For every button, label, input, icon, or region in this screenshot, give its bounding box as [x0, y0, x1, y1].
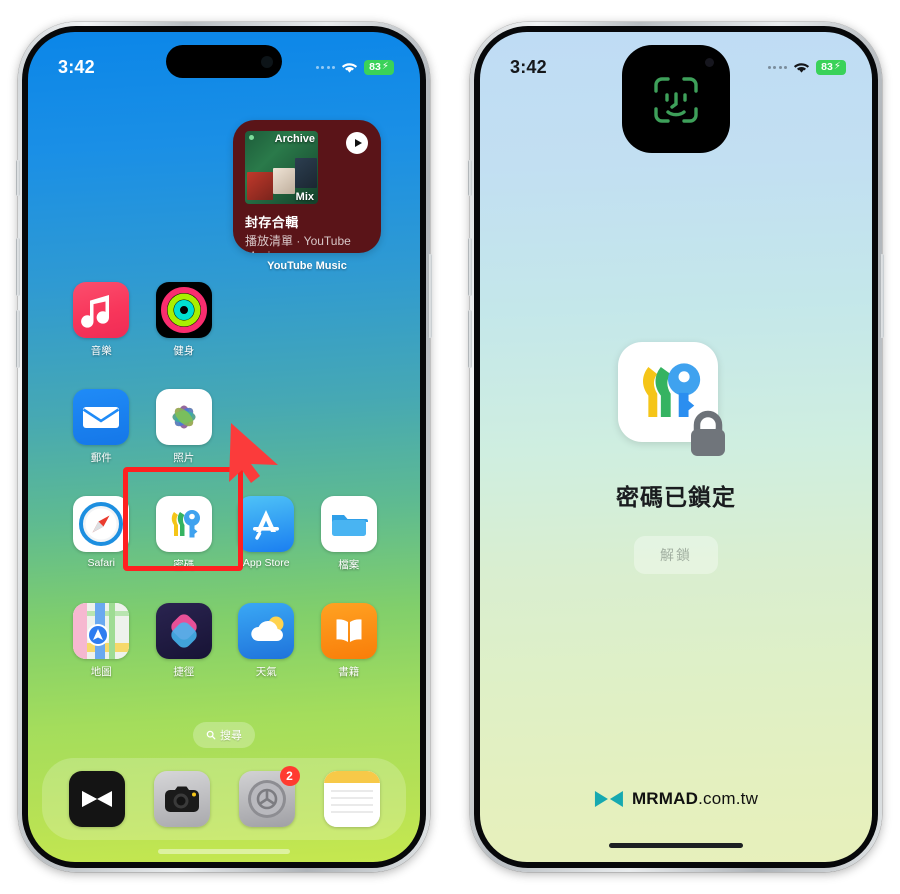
- status-bar-time-left: 3:42: [58, 56, 95, 77]
- fitness-icon: [155, 282, 212, 338]
- power-button-right[interactable]: [880, 254, 884, 338]
- app-icon-photos[interactable]: 照片: [143, 389, 226, 465]
- art-thumb-3: [295, 158, 317, 188]
- widget-subtitle: 播放清單 · YouTube Music: [245, 234, 351, 253]
- volume-down-button-left[interactable]: [16, 310, 20, 368]
- unlock-button[interactable]: 解鎖: [634, 536, 718, 574]
- app-label: 地圖: [90, 666, 112, 678]
- app-label: Safari: [87, 557, 115, 569]
- battery-indicator-left: 83 ⚡: [364, 59, 394, 75]
- app-icon-books[interactable]: 書籍: [308, 603, 391, 679]
- cellular-dots-icon: [767, 65, 787, 69]
- watermark-domain: .com.tw: [698, 789, 759, 808]
- home-indicator-left[interactable]: [158, 849, 290, 854]
- battery-percent-right: 83: [821, 60, 833, 73]
- dynamic-island-left[interactable]: [166, 45, 282, 78]
- app-label: App Store: [242, 557, 290, 569]
- search-icon: [206, 730, 216, 740]
- watermark-text: MRMAD.com.tw: [632, 789, 758, 809]
- art-top-label: Archive: [274, 133, 315, 145]
- camera-icon[interactable]: [153, 771, 210, 827]
- status-bar-time-right: 3:42: [510, 56, 547, 77]
- charging-bolt-icon-left: ⚡: [381, 61, 389, 72]
- notes-icon[interactable]: [323, 771, 380, 827]
- charging-bolt-icon-right: ⚡: [833, 61, 841, 72]
- safari-icon: [73, 496, 130, 552]
- mail-icon: [73, 389, 130, 445]
- red-cursor-arrow-icon: [229, 423, 278, 483]
- widget-album-art: Archive Mix: [245, 131, 318, 204]
- art-thumb-1: [247, 172, 273, 200]
- search-pill[interactable]: 搜尋: [193, 722, 255, 748]
- battery-percent-left: 83: [369, 60, 381, 73]
- right-phone-lock-screen: 3:42 83 ⚡ 密碼已鎖定 解鎖 MRMAD.com.tw: [468, 22, 884, 872]
- app-icon-shortcuts[interactable]: 捷徑: [143, 603, 226, 679]
- widget-title: 封存合輯: [245, 215, 299, 230]
- dynamic-island-right[interactable]: [622, 45, 730, 153]
- app-icon-mail[interactable]: 郵件: [60, 389, 143, 465]
- wifi-icon: [341, 62, 358, 73]
- app-label: 檔案: [338, 559, 360, 571]
- locked-app-icon-stack: [618, 342, 734, 458]
- music-icon: [73, 282, 130, 338]
- app-label: 照片: [173, 452, 195, 464]
- face-id-icon: [654, 77, 698, 123]
- status-bar-indicators-right: 83 ⚡: [767, 59, 846, 75]
- search-label: 搜尋: [220, 730, 242, 742]
- status-bar-indicators-left: 83 ⚡: [315, 59, 394, 75]
- settings-badge: 2: [279, 766, 300, 786]
- weather-icon: [238, 603, 295, 659]
- power-button-left[interactable]: [428, 254, 432, 338]
- app-label: 捷徑: [173, 666, 195, 678]
- books-icon: [320, 603, 377, 659]
- app-label: 健身: [173, 345, 195, 357]
- play-icon[interactable]: [346, 132, 368, 154]
- cellular-dots-icon: [315, 65, 335, 69]
- passwords-locked-display: 3:42 83 ⚡ 密碼已鎖定 解鎖 MRMAD.com.tw: [480, 32, 872, 862]
- dock-left: 2: [42, 758, 406, 840]
- widget-app-name: YouTube Music: [267, 260, 347, 272]
- mrmad-icon[interactable]: [68, 771, 125, 827]
- app-label: 天氣: [255, 666, 277, 678]
- mrmad-watermark: MRMAD.com.tw: [594, 788, 758, 810]
- wifi-icon: [793, 62, 810, 73]
- locked-title: 密碼已鎖定: [616, 484, 736, 510]
- app-icon-weather[interactable]: 天氣: [225, 603, 308, 679]
- app-icon-settings[interactable]: 2: [238, 766, 300, 827]
- app-label: 音樂: [90, 345, 112, 357]
- art-accent-dot: [249, 135, 254, 140]
- screenshot-stage: 3:42 83 ⚡ Archive Mix 封存合輯 播放清單 · YouTub…: [0, 0, 900, 894]
- action-button-left[interactable]: [16, 160, 20, 196]
- app-store-icon: [238, 496, 295, 552]
- home-indicator-right[interactable]: [609, 843, 743, 848]
- art-thumb-2: [273, 168, 295, 194]
- front-camera-icon-left: [261, 55, 273, 68]
- app-icon-files[interactable]: 檔案: [308, 496, 391, 572]
- maps-icon: [73, 603, 130, 659]
- app-icon-music[interactable]: 音樂: [60, 282, 143, 358]
- youtube-music-widget[interactable]: Archive Mix 封存合輯 播放清單 · YouTube Music: [233, 120, 381, 253]
- volume-up-button-right[interactable]: [468, 238, 472, 296]
- padlock-icon: [691, 410, 725, 456]
- volume-down-button-right[interactable]: [468, 310, 472, 368]
- mrmad-logo-icon: [594, 791, 623, 807]
- action-button-right[interactable]: [468, 160, 472, 196]
- files-icon: [320, 496, 377, 552]
- photos-icon: [155, 389, 212, 445]
- watermark-brand: MRMAD: [631, 789, 699, 808]
- left-phone-home-screen: 3:42 83 ⚡ Archive Mix 封存合輯 播放清單 · YouTub…: [16, 22, 432, 872]
- shortcuts-icon: [155, 603, 212, 659]
- passwords-locked-panel: 密碼已鎖定 解鎖: [480, 342, 872, 574]
- volume-up-button-left[interactable]: [16, 238, 20, 296]
- art-bottom-label: Mix: [295, 191, 314, 203]
- app-label: 書籍: [338, 666, 360, 678]
- app-label: 郵件: [90, 452, 112, 464]
- battery-indicator-right: 83 ⚡: [816, 59, 846, 75]
- app-icon-maps[interactable]: 地圖: [60, 603, 143, 679]
- app-icon-fitness[interactable]: 健身: [143, 282, 226, 358]
